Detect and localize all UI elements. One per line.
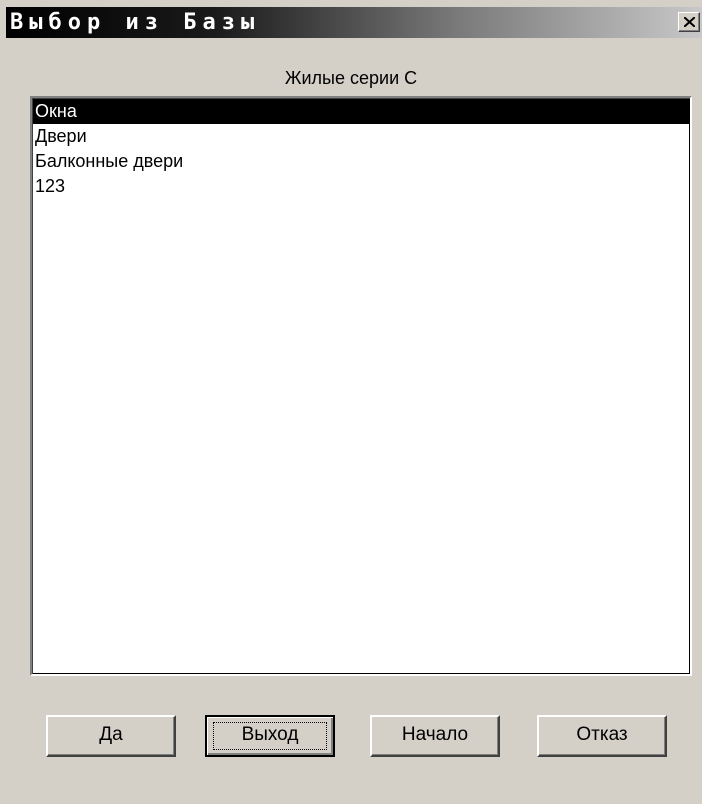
list-item[interactable]: Двери	[33, 124, 689, 149]
cancel-button-label: Отказ	[576, 724, 628, 745]
list-item[interactable]: Окна	[33, 99, 689, 124]
list-item[interactable]: 123	[33, 174, 689, 199]
close-icon	[684, 17, 695, 27]
items-listbox[interactable]: Окна Двери Балконные двери 123	[30, 96, 692, 676]
exit-button[interactable]: Выход	[205, 715, 335, 757]
yes-button-label: Да	[99, 724, 123, 745]
cancel-button[interactable]: Отказ	[537, 715, 667, 757]
list-item[interactable]: Балконные двери	[33, 149, 689, 174]
list-content: Окна Двери Балконные двери 123	[33, 99, 690, 674]
start-button[interactable]: Начало	[370, 715, 500, 757]
window-title: Выбор из Базы	[10, 10, 261, 35]
yes-button[interactable]: Да	[46, 715, 176, 757]
title-bar[interactable]: Выбор из Базы	[6, 7, 702, 38]
close-button[interactable]	[678, 12, 700, 32]
start-button-label: Начало	[401, 724, 469, 745]
exit-button-label: Выход	[241, 724, 299, 745]
dialog-window: Выбор из Базы Жилые серии С Окна Двери Бал…	[0, 0, 702, 804]
series-label: Жилые серии С	[284, 68, 418, 88]
